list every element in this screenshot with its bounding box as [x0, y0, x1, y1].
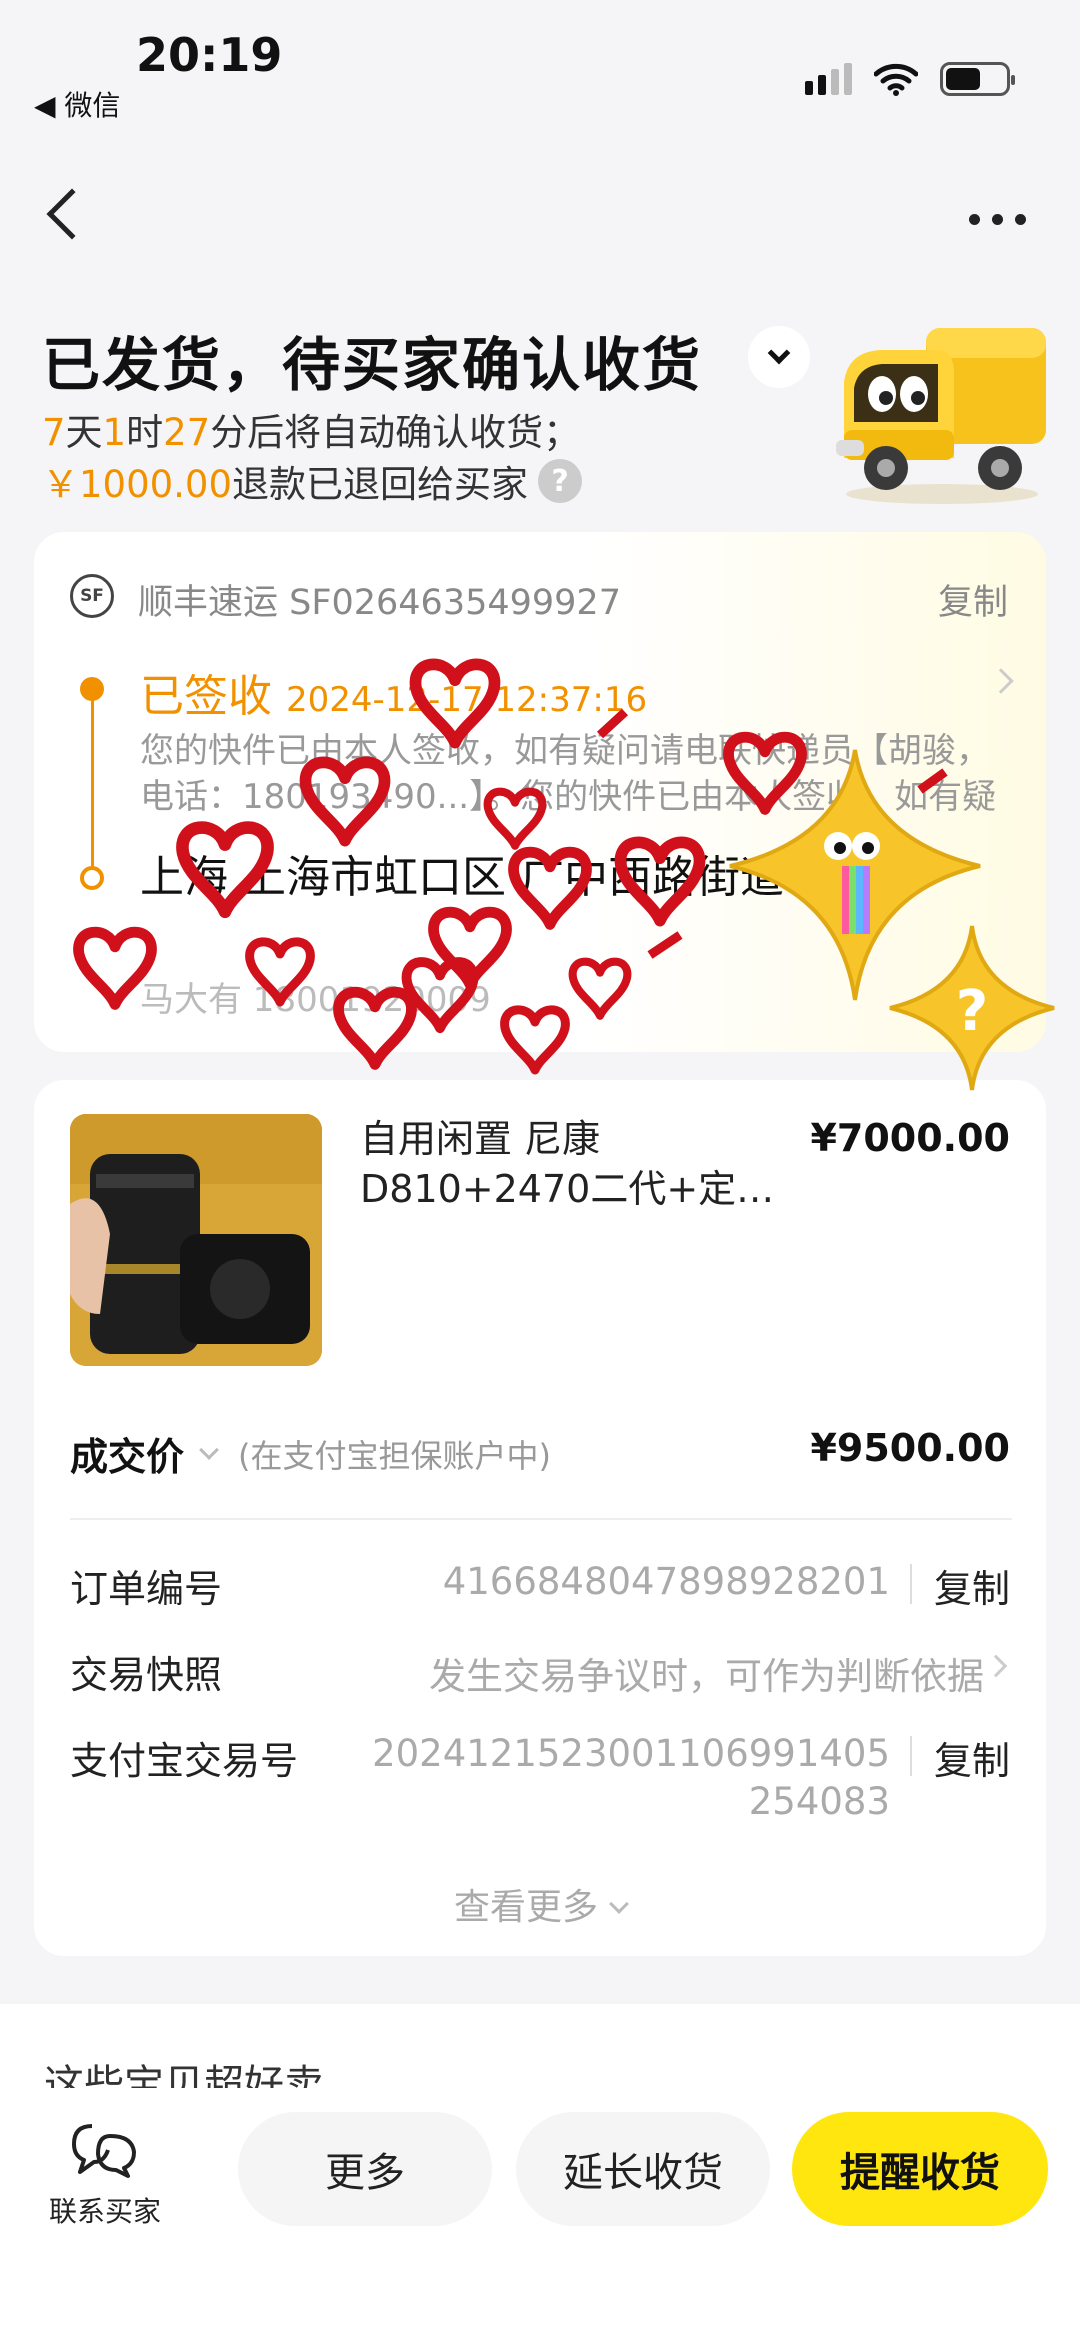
timeline-line [91, 700, 94, 876]
product-name[interactable]: 自用闲置 尼康D810+2470二代+定… [360, 1114, 780, 1214]
countdown-minutes-unit: 分后将自动确认收货； [210, 411, 581, 454]
back-to-wechat[interactable]: ◀ 微信 [34, 84, 120, 124]
timeline-address-dot [80, 866, 104, 890]
back-arrow-icon[interactable] [46, 188, 98, 240]
status-expand-button[interactable] [748, 326, 810, 388]
auto-confirm-countdown: 7天1时27分后将自动确认收货； [42, 402, 580, 456]
delivery-status: 已签收 2024-12-17 12:37:16 [140, 660, 647, 724]
countdown-days-unit: 天 [65, 411, 103, 454]
trade-snapshot-link[interactable]: 发生交易争议时，可作为判断依据 [429, 1646, 984, 1700]
divider [70, 1518, 1012, 1520]
see-more-button[interactable]: 查看更多 [0, 1878, 1080, 1930]
copy-order-number-button[interactable]: 复制 [934, 1558, 1010, 1613]
deal-price-row[interactable]: 成交价 (在支付宝担保账户中) [70, 1426, 551, 1481]
delivery-address: 上海 上海市虹口区 广中西路街道 258弄 [140, 852, 926, 903]
more-button[interactable]: 更多 [238, 2112, 492, 2226]
help-icon[interactable]: ? [538, 459, 583, 503]
order-number-label: 订单编号 [70, 1567, 223, 1611]
product-price: ¥7000.00 [810, 1116, 1010, 1160]
deal-price-label: 成交价 [70, 1435, 185, 1479]
status-icons [805, 62, 1015, 96]
delivery-status-label: 已签收 [140, 671, 272, 722]
delivery-status-time: 2024-12-17 12:37:16 [286, 680, 648, 720]
copy-tracking-button[interactable]: 复制 [938, 574, 1008, 625]
alipay-trade-no-line2: 254083 [748, 1780, 890, 1823]
wifi-icon [874, 63, 918, 96]
status-time: 20:19 [136, 28, 283, 82]
more-options-icon[interactable] [969, 214, 1026, 225]
remind-receipt-button[interactable]: 提醒收货 [792, 2112, 1048, 2226]
chevron-down-icon [199, 1439, 219, 1460]
refund-text: 退款已退回给买家 [232, 463, 529, 506]
alipay-trade-no-line1: 202412152300110699140​5 [372, 1732, 890, 1775]
refund-status: ￥1000.00 退款已退回给买家 ? [42, 454, 583, 508]
countdown-hours-unit: 时 [126, 411, 164, 454]
trade-snapshot-label: 交易快照 [70, 1653, 223, 1697]
signal-icon [805, 63, 852, 95]
delivery-description: 您的快件已由本人签收，如有疑问请电联快递员【胡骏，电话：180193490...… [140, 731, 997, 817]
chevron-down-icon [609, 1894, 629, 1914]
escrow-note: (在支付宝担保账户中) [238, 1436, 551, 1475]
delivery-truck-illustration [836, 328, 1046, 504]
countdown-minutes: 27 [163, 411, 211, 454]
chat-bubble-icon [72, 2124, 136, 2178]
recommend-title: 这些宝贝超好卖 [44, 2062, 324, 2088]
alipay-trade-no-label: 支付宝交易号 [70, 1739, 299, 1783]
chevron-down-icon [767, 341, 791, 365]
countdown-days: 7 [42, 411, 66, 454]
sf-express-logo: SF [70, 574, 114, 618]
contact-buyer-label: 联系买家 [48, 2195, 161, 2228]
extend-receipt-button[interactable]: 延长收货 [516, 2112, 770, 2226]
order-number-value: 4166848047898928201 [442, 1560, 890, 1603]
contact-buyer-button[interactable]: 联系买家 [30, 2120, 180, 2230]
copy-alipay-no-button[interactable]: 复制 [934, 1730, 1010, 1785]
recipient-contact: 马大有 18001920009 [140, 980, 491, 1020]
deal-price: ¥9500.00 [810, 1426, 1010, 1470]
refund-amount: ￥1000.00 [42, 463, 233, 506]
battery-icon [940, 62, 1015, 96]
order-status-title: 已发货，待买家确认收货 [42, 331, 703, 399]
row-separator [910, 1736, 912, 1776]
carrier-tracking-number: 顺丰速运 SF0264635499927 [138, 583, 621, 623]
see-more-label: 查看更多 [453, 1887, 598, 1928]
row-separator [910, 1564, 912, 1604]
countdown-hours: 1 [102, 411, 127, 454]
timeline-current-dot [80, 677, 104, 701]
product-image[interactable] [70, 1114, 322, 1366]
